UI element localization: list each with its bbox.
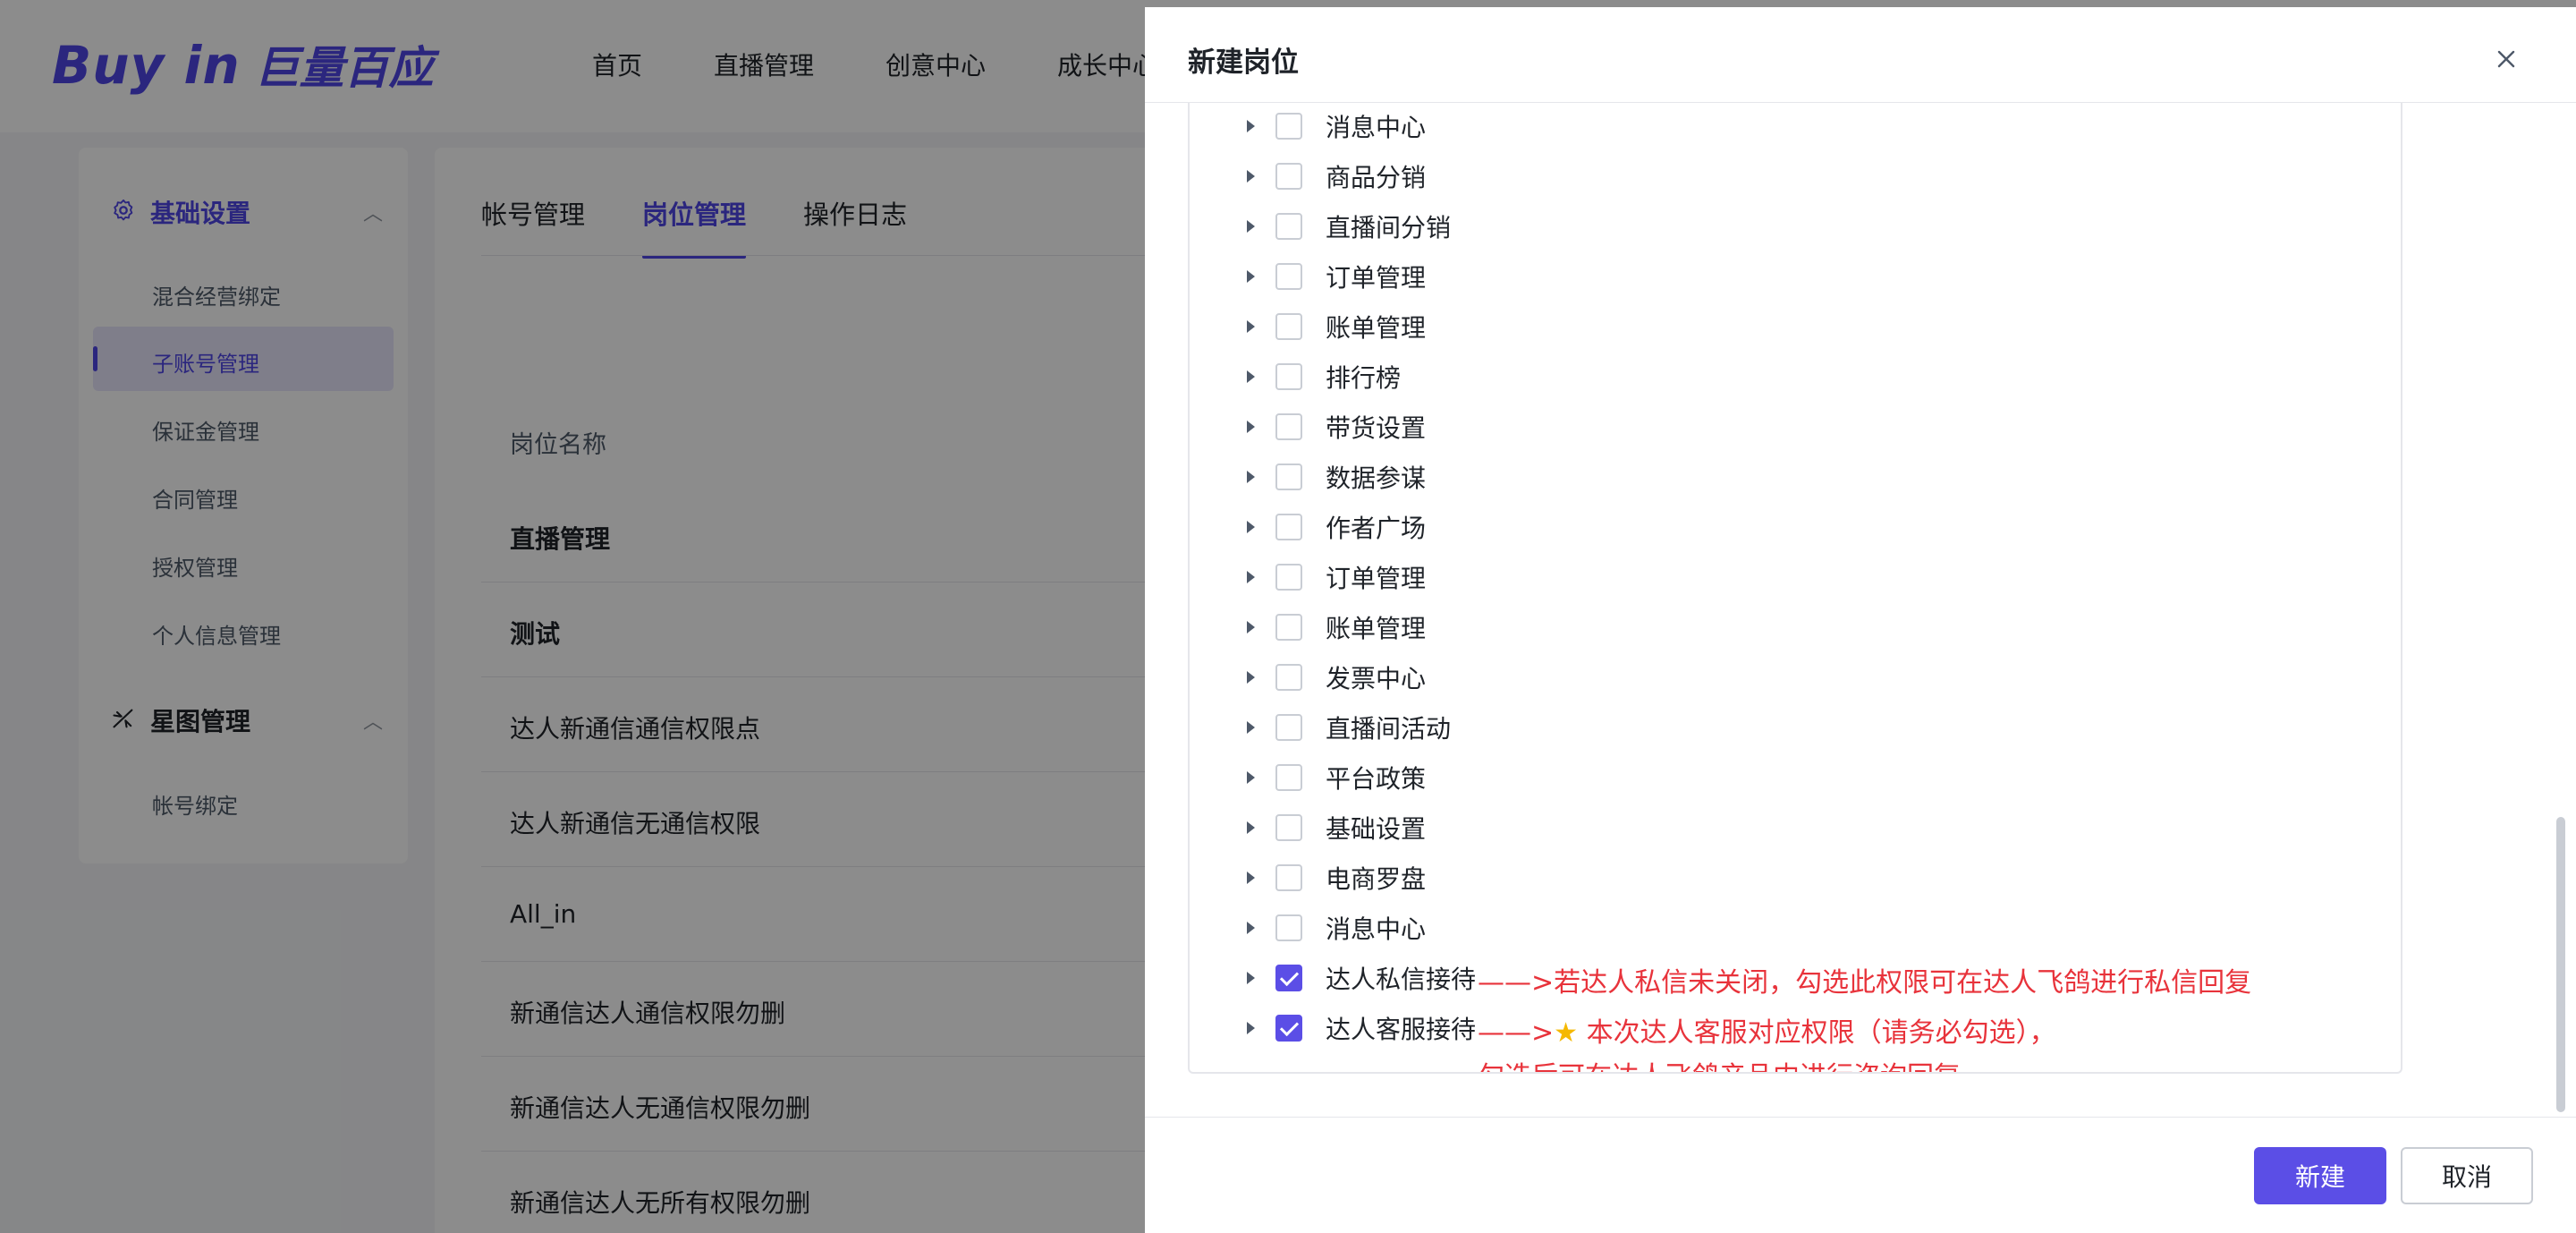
permission-tree: 消息中心 商品分销 直播间分销 订单管理 账单管理 排行榜 带货设置 数据参谋 …: [1188, 102, 2402, 1074]
node-label: 基础设置: [1326, 814, 1427, 844]
node-label: 消息中心: [1326, 914, 1427, 944]
caret-right-icon[interactable]: [1247, 621, 1255, 634]
tree-node[interactable]: 发票中心: [1190, 652, 2401, 702]
node-label: 平台政策: [1326, 764, 1427, 794]
tree-node[interactable]: 账单管理: [1190, 602, 2401, 652]
node-checkbox[interactable]: [1275, 263, 1302, 290]
node-label: 商品分销: [1326, 163, 1427, 192]
node-label: 数据参谋: [1326, 463, 1427, 493]
tree-node[interactable]: 带货设置: [1190, 402, 2401, 452]
caret-right-icon[interactable]: [1247, 170, 1255, 183]
tree-node[interactable]: 订单管理: [1190, 552, 2401, 602]
node-checkbox[interactable]: [1275, 413, 1302, 440]
caret-right-icon[interactable]: [1247, 270, 1255, 283]
drawer-footer-divider: [1145, 1117, 2576, 1118]
tree-node[interactable]: 作者广场: [1190, 502, 2401, 552]
caret-right-icon[interactable]: [1247, 922, 1255, 934]
create-button[interactable]: 新建: [2254, 1147, 2386, 1204]
node-label: 达人客服接待: [1326, 1015, 1477, 1044]
annotation-service-line1: ——>★ 本次达人客服对应权限（请务必勾选），: [1478, 1010, 2056, 1050]
star-icon: ★: [1554, 1017, 1579, 1049]
node-checkbox[interactable]: [1275, 814, 1302, 841]
node-label: 达人私信接待: [1326, 965, 1477, 994]
caret-right-icon[interactable]: [1247, 571, 1255, 583]
tree-node[interactable]: 基础设置: [1190, 803, 2401, 853]
drawer-scrollbar-thumb[interactable]: [2556, 817, 2565, 1112]
node-checkbox[interactable]: [1275, 864, 1302, 891]
node-checkbox[interactable]: [1275, 714, 1302, 741]
new-position-drawer: 新建岗位 消息中心 商品分销 直播间分销 订单管理 账单管理 排行榜 带货设置 …: [1145, 7, 2576, 1233]
node-checkbox[interactable]: [1275, 213, 1302, 240]
tree-node[interactable]: 排行榜: [1190, 352, 2401, 402]
node-checkbox[interactable]: [1275, 564, 1302, 591]
node-label: 账单管理: [1326, 313, 1427, 343]
node-checkbox[interactable]: [1275, 463, 1302, 490]
node-label: 直播间活动: [1326, 714, 1452, 744]
tree-node[interactable]: 商品分销: [1190, 151, 2401, 201]
caret-right-icon[interactable]: [1247, 471, 1255, 483]
drawer-title: 新建岗位: [1188, 47, 1299, 79]
tree-node[interactable]: 消息中心: [1190, 903, 2401, 953]
node-checkbox[interactable]: [1275, 614, 1302, 641]
node-checkbox[interactable]: [1275, 914, 1302, 941]
node-checkbox[interactable]: [1275, 514, 1302, 540]
caret-right-icon[interactable]: [1247, 320, 1255, 333]
node-checkbox-checked[interactable]: [1275, 965, 1302, 991]
node-label: 订单管理: [1326, 263, 1427, 293]
node-checkbox[interactable]: [1275, 363, 1302, 390]
node-checkbox[interactable]: [1275, 313, 1302, 340]
tree-node[interactable]: 直播间活动: [1190, 702, 2401, 753]
node-label: 电商罗盘: [1326, 864, 1427, 894]
caret-right-icon[interactable]: [1247, 1022, 1255, 1034]
node-label: 消息中心: [1326, 113, 1427, 142]
caret-right-icon[interactable]: [1247, 220, 1255, 233]
node-label: 账单管理: [1326, 614, 1427, 643]
caret-right-icon[interactable]: [1247, 972, 1255, 984]
tree-node[interactable]: 直播间分销: [1190, 201, 2401, 251]
annotation-private-message: ——>若达人私信未关闭，勾选此权限可在达人飞鸽进行私信回复: [1478, 967, 2252, 999]
node-label: 排行榜: [1326, 363, 1402, 393]
cancel-button[interactable]: 取消: [2401, 1147, 2533, 1204]
caret-right-icon[interactable]: [1247, 872, 1255, 884]
tree-node[interactable]: 订单管理: [1190, 251, 2401, 302]
page-root: Buy in 巨量百应 首页 直播管理 创意中心 成长中心 基础设置 ︿ 混合经…: [0, 0, 2576, 1233]
node-checkbox[interactable]: [1275, 113, 1302, 140]
node-checkbox[interactable]: [1275, 664, 1302, 691]
tree-node[interactable]: 平台政策: [1190, 753, 2401, 803]
node-checkbox[interactable]: [1275, 764, 1302, 791]
node-checkbox-checked[interactable]: [1275, 1015, 1302, 1042]
node-label: 直播间分销: [1326, 213, 1452, 242]
tree-node[interactable]: 消息中心: [1190, 102, 2401, 151]
node-checkbox[interactable]: [1275, 163, 1302, 190]
caret-right-icon[interactable]: [1247, 370, 1255, 383]
tree-node[interactable]: 数据参谋: [1190, 452, 2401, 502]
tree-node[interactable]: 电商罗盘: [1190, 853, 2401, 903]
tree-node[interactable]: 账单管理: [1190, 302, 2401, 352]
node-label: 订单管理: [1326, 564, 1427, 593]
annotation-service-text: 本次达人客服对应权限（请务必勾选），: [1586, 1017, 2056, 1049]
node-label: 带货设置: [1326, 413, 1427, 443]
caret-right-icon[interactable]: [1247, 771, 1255, 784]
close-icon[interactable]: [2487, 39, 2526, 79]
node-label: 发票中心: [1326, 664, 1427, 693]
caret-right-icon[interactable]: [1247, 120, 1255, 132]
caret-right-icon[interactable]: [1247, 521, 1255, 533]
caret-right-icon[interactable]: [1247, 821, 1255, 834]
caret-right-icon[interactable]: [1247, 671, 1255, 684]
annotation-arrow: ——>: [1478, 1017, 1555, 1049]
node-label: 作者广场: [1326, 514, 1427, 543]
annotation-service-line2: 勾选后可在达人飞鸽产品内进行咨询回复: [1478, 1054, 1961, 1072]
caret-right-icon[interactable]: [1247, 721, 1255, 734]
caret-right-icon[interactable]: [1247, 421, 1255, 433]
